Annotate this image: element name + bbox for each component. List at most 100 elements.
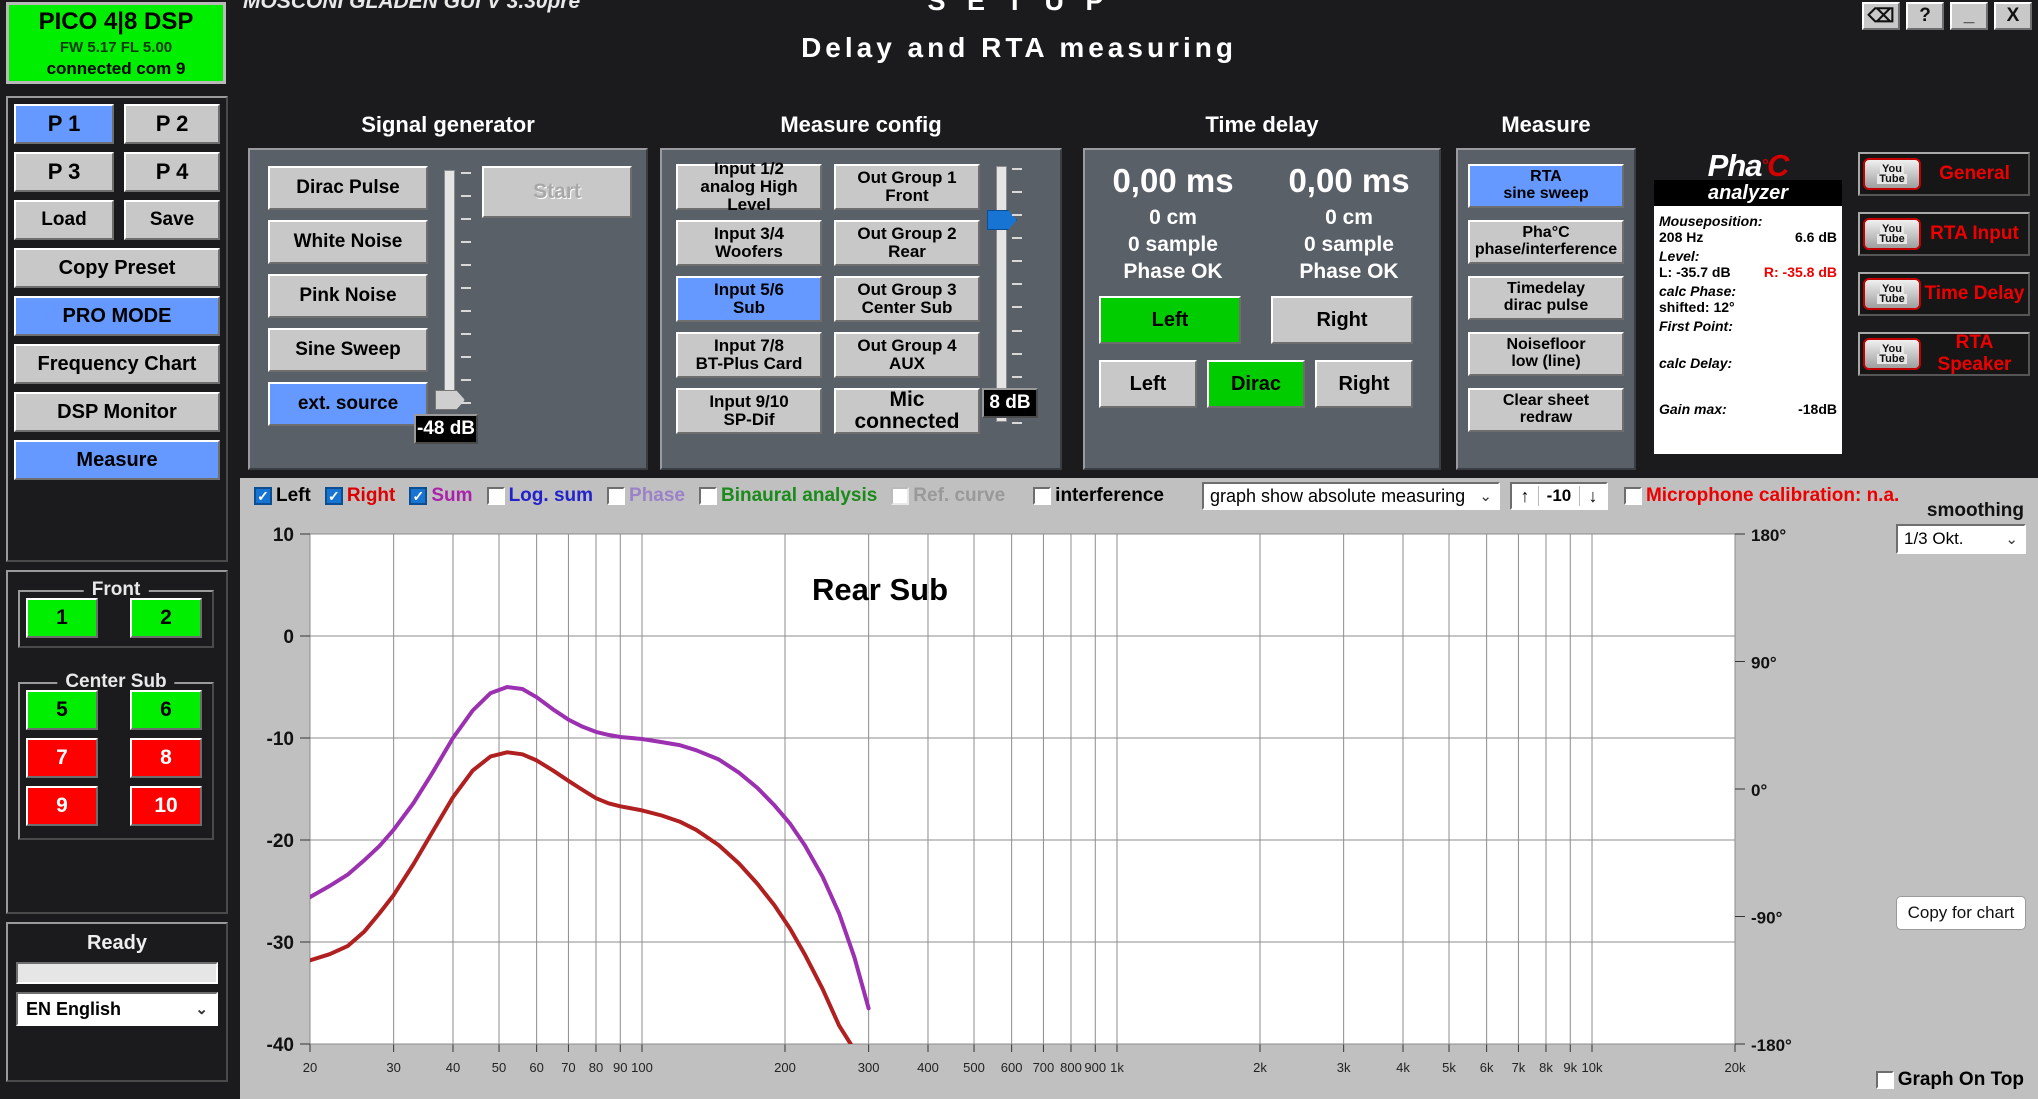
signal-level-slider[interactable]: [444, 170, 455, 398]
clear-sheet-redraw-button[interactable]: Clear sheet redraw: [1468, 388, 1624, 432]
checkbox-interference[interactable]: interference: [1033, 485, 1164, 507]
noisefloor-button[interactable]: Noisefloor low (line): [1468, 332, 1624, 376]
pink-noise-button[interactable]: Pink Noise: [268, 274, 428, 318]
start-button[interactable]: Start: [482, 166, 632, 218]
preset-p2-button[interactable]: P 2: [124, 104, 220, 144]
svg-text:180°: 180°: [1751, 526, 1786, 545]
checkbox-log-sum[interactable]: Log. sum: [486, 485, 593, 507]
time-delay-select-left-button[interactable]: Left: [1099, 296, 1241, 344]
preset-p3-button[interactable]: P 3: [14, 152, 114, 192]
checkbox-ref-curve[interactable]: Ref. curve: [891, 485, 1005, 507]
svg-text:-180°: -180°: [1751, 1036, 1792, 1055]
phac-line2: phase/interference: [1474, 241, 1618, 258]
youtube-general-button[interactable]: You Tube General: [1858, 152, 2030, 196]
copy-for-chart-button[interactable]: Copy for chart: [1896, 896, 2026, 930]
timedelay-dirac-pulse-button[interactable]: Timedelay dirac pulse: [1468, 276, 1624, 320]
out-group-2-button[interactable]: Out Group 2 Rear: [834, 220, 980, 266]
svg-text:200: 200: [774, 1060, 796, 1075]
checkbox-right[interactable]: Right: [324, 485, 395, 507]
checkbox-phase[interactable]: Phase: [607, 485, 685, 507]
load-button[interactable]: Load: [14, 200, 114, 240]
time-delay-left-cm: 0 cm: [1149, 206, 1197, 229]
preset-p1-button[interactable]: P 1: [14, 104, 114, 144]
speaker-channel-7[interactable]: 7: [26, 738, 98, 778]
out-group-1-button[interactable]: Out Group 1 Front: [834, 164, 980, 210]
speaker-channel-2[interactable]: 2: [130, 598, 202, 638]
signal-level-value: -48 dB: [414, 414, 478, 444]
checkbox-left-box[interactable]: [254, 487, 272, 505]
ext-source-button[interactable]: ext. source: [268, 382, 428, 426]
offset-spinner[interactable]: ↑ -10 ↓: [1509, 482, 1608, 510]
speaker-channel-6[interactable]: 6: [130, 690, 202, 730]
dsp-monitor-button[interactable]: DSP Monitor: [14, 392, 220, 432]
close-icon[interactable]: X: [1994, 2, 2032, 30]
out-group-4-button[interactable]: Out Group 4 AUX: [834, 332, 980, 378]
input-7-8-button[interactable]: Input 7/8 BT-Plus Card: [676, 332, 822, 378]
speaker-channel-1[interactable]: 1: [26, 598, 98, 638]
checkbox-graph-on-top[interactable]: Graph On Top: [1875, 1069, 2024, 1091]
frequency-response-plot[interactable]: 20 30 40 50 60 70 80 90 100 200 300 400 500 600 700 800…: [240, 514, 2038, 1099]
speaker-channel-5[interactable]: 5: [26, 690, 98, 730]
minimize-icon[interactable]: _: [1950, 2, 1988, 30]
checkbox-graph-on-top-box[interactable]: [1875, 1071, 1894, 1089]
arrow-down-icon[interactable]: ↓: [1580, 486, 1606, 507]
time-delay-meas-left-button[interactable]: Left: [1099, 360, 1197, 408]
sine-sweep-button[interactable]: Sine Sweep: [268, 328, 428, 372]
frequency-chart-button[interactable]: Frequency Chart: [14, 344, 220, 384]
time-delay-meas-dirac-button[interactable]: Dirac: [1207, 360, 1305, 408]
checkbox-right-box[interactable]: [324, 487, 343, 505]
youtube-rta-speaker-button[interactable]: You Tube RTA Speaker: [1858, 332, 2030, 376]
input-9-10-button[interactable]: Input 9/10 SP-Dif: [676, 388, 822, 434]
checkbox-sum[interactable]: Sum: [409, 485, 473, 507]
checkbox-binaural-analysis[interactable]: Binaural analysis: [699, 485, 877, 507]
chevron-down-icon: ⌄: [1479, 488, 1492, 505]
checkbox-binaural-box[interactable]: [699, 487, 717, 505]
checkbox-phase-box[interactable]: [607, 487, 626, 505]
checkbox-sum-box[interactable]: [409, 487, 428, 505]
phac-phase-interference-button[interactable]: Pha°C phase/interference: [1468, 220, 1624, 264]
arrow-up-icon[interactable]: ↑: [1512, 486, 1538, 507]
level-right-value: R: -35.8 dB: [1763, 264, 1837, 280]
chevron-down-icon: ⌄: [195, 1001, 208, 1018]
rta-sine-sweep-button[interactable]: RTA sine sweep: [1468, 164, 1624, 208]
input-1-2-button[interactable]: Input 1/2 analog High Level: [676, 160, 822, 213]
input-3-4-button[interactable]: Input 3/4 Woofers: [676, 220, 822, 266]
smoothing-select[interactable]: 1/3 Okt. ⌄: [1896, 524, 2026, 554]
checkbox-interference-box[interactable]: [1033, 487, 1052, 505]
progress-bar: [16, 962, 218, 984]
phac-analyzer-panel: Pha ° C analyzer Mouseposition: 208 Hz 6.6…: [1650, 148, 1846, 470]
input-5-6-button[interactable]: Input 5/6 Sub: [676, 276, 822, 322]
save-button[interactable]: Save: [124, 200, 220, 240]
checkbox-microphone-calibration[interactable]: Microphone calibration: n.a.: [1623, 485, 1899, 507]
youtube-time-delay-button[interactable]: You Tube Time Delay: [1858, 272, 2030, 316]
measure-button[interactable]: Measure: [14, 440, 220, 480]
phac-logo: Pha ° C: [1650, 148, 1846, 184]
out-group-1-line1: Out Group 1: [857, 168, 957, 188]
help-icon[interactable]: ?: [1906, 2, 1944, 30]
checkbox-left[interactable]: Left: [254, 485, 311, 507]
checkbox-ref-curve-box[interactable]: [891, 487, 910, 505]
preset-p4-button[interactable]: P 4: [124, 152, 220, 192]
checkbox-mic-cal-box[interactable]: [1623, 487, 1642, 505]
offset-value[interactable]: -10: [1537, 486, 1580, 506]
graph-mode-select[interactable]: graph show absolute measuring ⌄: [1201, 482, 1500, 510]
time-delay-select-right-button[interactable]: Right: [1271, 296, 1413, 344]
white-noise-button[interactable]: White Noise: [268, 220, 428, 264]
measure-gain-slider[interactable]: [996, 166, 1007, 422]
time-delay-meas-right-button[interactable]: Right: [1315, 360, 1413, 408]
speaker-channel-10[interactable]: 10: [130, 786, 202, 826]
mic-connected-button[interactable]: Mic connected: [834, 388, 980, 434]
language-select[interactable]: EN English ⌄: [16, 992, 218, 1026]
speaker-channel-8[interactable]: 8: [130, 738, 202, 778]
device-connection: connected com 9: [46, 58, 186, 78]
youtube-rta-input-button[interactable]: You Tube RTA Input: [1858, 212, 2030, 256]
checkbox-log-sum-box[interactable]: [486, 487, 505, 505]
pro-mode-button[interactable]: PRO MODE: [14, 296, 220, 336]
copy-preset-button[interactable]: Copy Preset: [14, 248, 220, 288]
speaker-channel-9[interactable]: 9: [26, 786, 98, 826]
exit-icon[interactable]: ⌫: [1862, 2, 1900, 30]
out-group-3-button[interactable]: Out Group 3 Center Sub: [834, 276, 980, 322]
dirac-pulse-button[interactable]: Dirac Pulse: [268, 166, 428, 210]
mouseposition-hz: 208 Hz: [1659, 229, 1704, 245]
svg-text:0°: 0°: [1751, 781, 1767, 800]
